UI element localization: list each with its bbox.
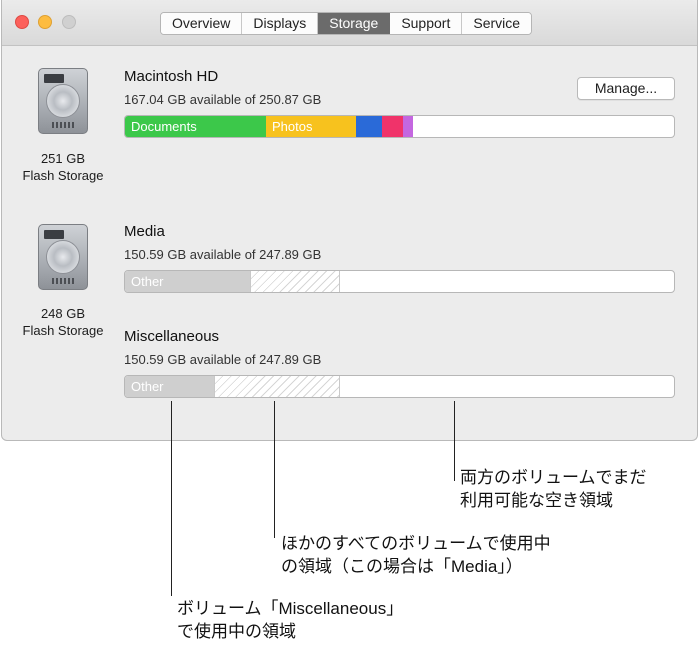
disk-2-type: Flash Storage (22, 323, 104, 338)
volume-info-macintosh-hd: 167.04 GB available of 250.87 GB (124, 92, 322, 107)
storage-bar-miscellaneous: Other (124, 375, 675, 398)
callout-free-space-line1: 両方のボリュームでまだ (460, 468, 647, 487)
storage-bar-macintosh-hd: Documents Photos (124, 115, 675, 138)
storage-bar-media: Other (124, 270, 675, 293)
segment-other-misc: Other (125, 376, 214, 397)
manage-button[interactable]: Manage... (577, 77, 675, 100)
tab-support[interactable]: Support (390, 13, 463, 34)
disk-1-type: Flash Storage (22, 168, 104, 183)
tab-displays[interactable]: Displays (242, 13, 319, 34)
tab-bar: Overview Displays Storage Support Servic… (160, 12, 533, 35)
callout-other-volumes: ほかのすべてのボリュームで使用中 の領域（この場合は「Media」） (281, 532, 551, 578)
zoom-window-button[interactable] (62, 15, 76, 29)
segment-other-media: Other (125, 271, 250, 292)
disk-1-capacity: 251 GB (40, 151, 86, 166)
segment-blue (356, 116, 382, 137)
volume-info-media: 150.59 GB available of 247.89 GB (124, 247, 322, 262)
tab-overview[interactable]: Overview (161, 13, 243, 34)
volume-name-media: Media (124, 223, 165, 240)
callout-line-this-volume (171, 401, 172, 596)
hard-drive-icon (38, 68, 88, 134)
callout-free-space: 両方のボリュームでまだ 利用可能な空き領域 (460, 466, 647, 512)
disk-2-capacity: 248 GB (40, 306, 86, 321)
about-this-mac-window: Overview Displays Storage Support Servic… (1, 0, 698, 441)
segment-purple (403, 116, 413, 137)
volume-info-miscellaneous: 150.59 GB available of 247.89 GB (124, 352, 322, 367)
segment-other-volumes-misc (250, 271, 340, 292)
volume-name-macintosh-hd: Macintosh HD (124, 68, 219, 85)
callout-this-volume-line2: で使用中の領域 (177, 622, 296, 641)
disk-2-caption: 248 GB Flash Storage (8, 305, 118, 339)
volume-name-miscellaneous: Miscellaneous (124, 328, 220, 345)
callout-other-volumes-line2: の領域（この場合は「Media」） (281, 557, 523, 576)
minimize-window-button[interactable] (38, 15, 52, 29)
callout-line-free-space (454, 401, 455, 481)
callout-other-volumes-line1: ほかのすべてのボリュームで使用中 (281, 534, 551, 553)
tab-storage[interactable]: Storage (318, 13, 391, 34)
segment-photos: Photos (266, 116, 356, 137)
tab-service[interactable]: Service (462, 13, 532, 34)
close-window-button[interactable] (15, 15, 29, 29)
callout-this-volume-line1: ボリューム「Miscellaneous」 (177, 599, 404, 618)
segment-other-volumes-media (214, 376, 340, 397)
disk-1-caption: 251 GB Flash Storage (8, 150, 118, 184)
callout-this-volume: ボリューム「Miscellaneous」 で使用中の領域 (177, 597, 403, 643)
title-bar: Overview Displays Storage Support Servic… (2, 0, 697, 46)
segment-documents: Documents (125, 116, 266, 137)
segment-pink (382, 116, 403, 137)
callout-free-space-line2: 利用可能な空き領域 (460, 491, 613, 510)
callout-line-other-volumes (274, 401, 275, 538)
hard-drive-icon (38, 224, 88, 290)
